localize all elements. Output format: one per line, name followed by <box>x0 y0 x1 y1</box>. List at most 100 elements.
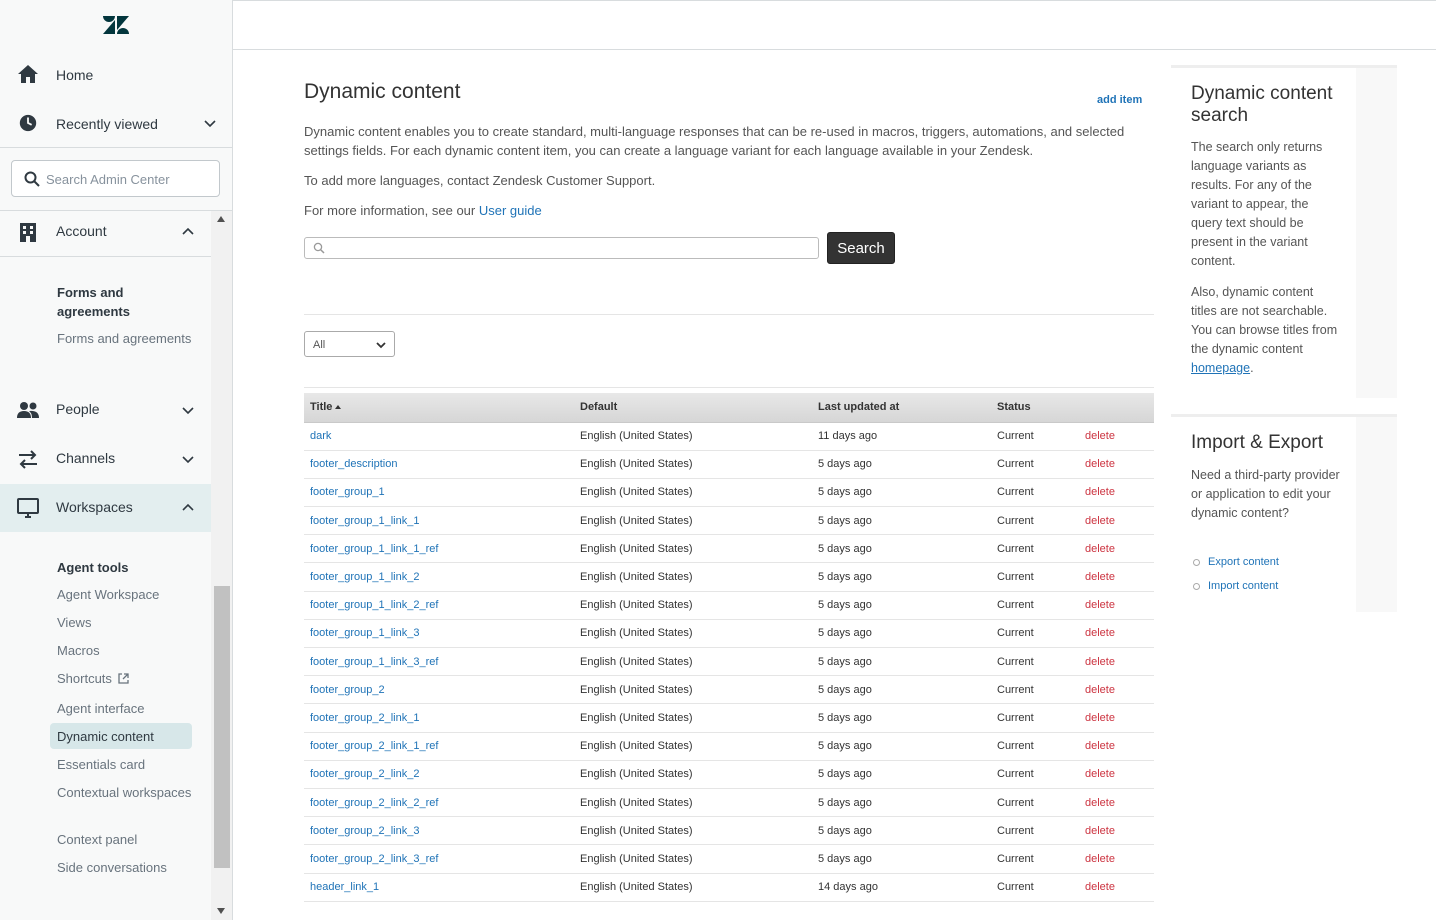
admin-search[interactable] <box>11 160 220 197</box>
user-guide-link[interactable]: User guide <box>479 203 542 218</box>
sidebar-divider <box>0 256 211 257</box>
scroll-up-arrow[interactable] <box>217 216 225 222</box>
sidebar-item-macros[interactable]: Macros <box>57 641 197 660</box>
row-delete-link[interactable]: delete <box>1085 768 1115 780</box>
scrollbar-thumb[interactable] <box>214 586 230 868</box>
sidebar-item-essentials-card[interactable]: Essentials card <box>57 755 197 774</box>
column-header-default[interactable]: Default <box>574 393 812 423</box>
table-row: footer_group_2_link_2_ref English (United… <box>304 788 1154 818</box>
sidebar-item-views[interactable]: Views <box>57 613 197 632</box>
row-title-link[interactable]: footer_group_2_link_3 <box>310 825 419 837</box>
row-last-updated: 5 days ago <box>818 458 872 471</box>
row-delete-link[interactable]: delete <box>1085 458 1115 470</box>
row-delete-link[interactable]: delete <box>1085 571 1115 583</box>
admin-search-input[interactable] <box>46 169 214 189</box>
scroll-down-arrow[interactable] <box>217 908 225 914</box>
export-content-link[interactable]: Export content <box>1208 556 1279 568</box>
import-export-para: Need a third-party provider or applicati… <box>1191 468 1340 520</box>
table-row: footer_group_1_link_1 English (United Sta… <box>304 506 1154 536</box>
column-header-status[interactable]: Status <box>991 393 1079 423</box>
import-content-link[interactable]: Import content <box>1208 580 1278 592</box>
sidebar-scrollbar[interactable] <box>211 211 232 920</box>
row-last-updated: 5 days ago <box>818 768 872 781</box>
column-header-actions <box>1079 393 1154 423</box>
row-status: Current <box>997 571 1034 584</box>
table-cell: 5 days ago <box>812 506 991 536</box>
zendesk-logo[interactable] <box>103 14 129 36</box>
row-title-link[interactable]: footer_group_2_link_1 <box>310 712 419 724</box>
row-delete-link[interactable]: delete <box>1085 599 1115 611</box>
dynamic-content-search[interactable] <box>304 237 819 259</box>
row-delete-link[interactable]: delete <box>1085 627 1115 639</box>
sidebar-item-side-conversations[interactable]: Side conversations <box>57 858 197 877</box>
filter-select[interactable]: All <box>304 331 395 357</box>
table-cell: Current <box>991 873 1079 902</box>
row-status: Current <box>997 599 1034 612</box>
table-row: footer_group_1_link_1_ref English (United… <box>304 534 1154 564</box>
sidebar-item-contextual-workspaces[interactable]: Contextual workspaces <box>57 783 197 802</box>
add-item-link[interactable]: add item <box>1097 94 1142 106</box>
column-header-title[interactable]: Title <box>304 393 574 423</box>
row-title-link[interactable]: footer_group_2_link_2 <box>310 768 419 780</box>
row-delete-link[interactable]: delete <box>1085 515 1115 527</box>
row-title-link[interactable]: footer_group_1_link_2_ref <box>310 599 438 611</box>
row-title-link[interactable]: footer_group_1_link_2 <box>310 571 419 583</box>
section-channels[interactable]: Channels <box>0 435 211 483</box>
table-cell: delete <box>1079 760 1154 789</box>
more-info-prefix: For more information, see our <box>304 203 479 218</box>
row-delete-link[interactable]: delete <box>1085 712 1115 724</box>
table-cell: English (United States) <box>574 422 812 451</box>
row-delete-link[interactable]: delete <box>1085 881 1115 893</box>
row-delete-link[interactable]: delete <box>1085 740 1115 752</box>
search-button[interactable]: Search <box>827 232 895 264</box>
row-last-updated: 5 days ago <box>818 627 872 640</box>
page-description: Dynamic content enables you to create st… <box>304 124 1125 158</box>
nav-recently-viewed[interactable]: Recently viewed <box>0 99 232 147</box>
row-delete-link[interactable]: delete <box>1085 486 1115 498</box>
table-cell: 5 days ago <box>812 844 991 874</box>
sidebar-item-dynamic-content[interactable]: Dynamic content <box>50 723 192 749</box>
row-title-link[interactable]: footer_group_1_link_3_ref <box>310 656 438 668</box>
row-title-link[interactable]: footer_group_2_link_3_ref <box>310 853 438 865</box>
row-delete-link[interactable]: delete <box>1085 656 1115 668</box>
table-cell: Current <box>991 732 1079 761</box>
row-delete-link[interactable]: delete <box>1085 684 1115 696</box>
sidebar-item-forms-and-agreements[interactable]: Forms and agreements <box>57 329 197 348</box>
row-last-updated: 5 days ago <box>818 571 872 584</box>
row-delete-link[interactable]: delete <box>1085 853 1115 865</box>
section-workspaces[interactable]: Workspaces <box>0 484 211 532</box>
row-title-link[interactable]: footer_group_1_link_1_ref <box>310 543 438 555</box>
table-row: footer_group_2_link_3_ref English (United… <box>304 844 1154 874</box>
sidebar-item-context-panel[interactable]: Context panel <box>57 830 197 849</box>
dynamic-content-search-input[interactable] <box>331 240 811 256</box>
nav-home[interactable]: Home <box>0 50 232 98</box>
row-delete-link[interactable]: delete <box>1085 825 1115 837</box>
row-title-link[interactable]: footer_group_1_link_3 <box>310 627 419 639</box>
sidebar-item-agent-workspace[interactable]: Agent Workspace <box>57 585 197 604</box>
column-header-last-updated[interactable]: Last updated at <box>812 393 991 423</box>
row-status: Current <box>997 740 1034 753</box>
row-title-link[interactable]: header_link_1 <box>310 881 379 893</box>
row-title-link[interactable]: footer_group_1_link_1 <box>310 515 419 527</box>
row-title-link[interactable]: footer_group_2_link_2_ref <box>310 797 438 809</box>
table-cell: English (United States) <box>574 873 812 902</box>
row-title-link[interactable]: footer_group_2 <box>310 684 385 696</box>
row-title-link[interactable]: footer_group_2_link_1_ref <box>310 740 438 752</box>
section-account[interactable]: Account <box>0 211 211 256</box>
row-default-language: English (United States) <box>580 683 693 696</box>
row-last-updated: 5 days ago <box>818 683 872 696</box>
row-status: Current <box>997 542 1034 555</box>
section-people[interactable]: People <box>0 386 211 434</box>
row-delete-link[interactable]: delete <box>1085 543 1115 555</box>
row-title-link[interactable]: dark <box>310 430 331 442</box>
sidebar-item-shortcuts[interactable]: Shortcuts <box>57 669 129 688</box>
row-title-link[interactable]: footer_description <box>310 458 397 470</box>
homepage-link[interactable]: homepage <box>1191 361 1250 375</box>
row-delete-link[interactable]: delete <box>1085 797 1115 809</box>
row-default-language: English (United States) <box>580 458 693 471</box>
row-title-link[interactable]: footer_group_1 <box>310 486 385 498</box>
sidebar-item-agent-interface[interactable]: Agent interface <box>57 699 197 718</box>
row-default-language: English (United States) <box>580 824 693 837</box>
row-delete-link[interactable]: delete <box>1085 430 1115 442</box>
table-cell: footer_group_1_link_1_ref <box>304 534 574 564</box>
